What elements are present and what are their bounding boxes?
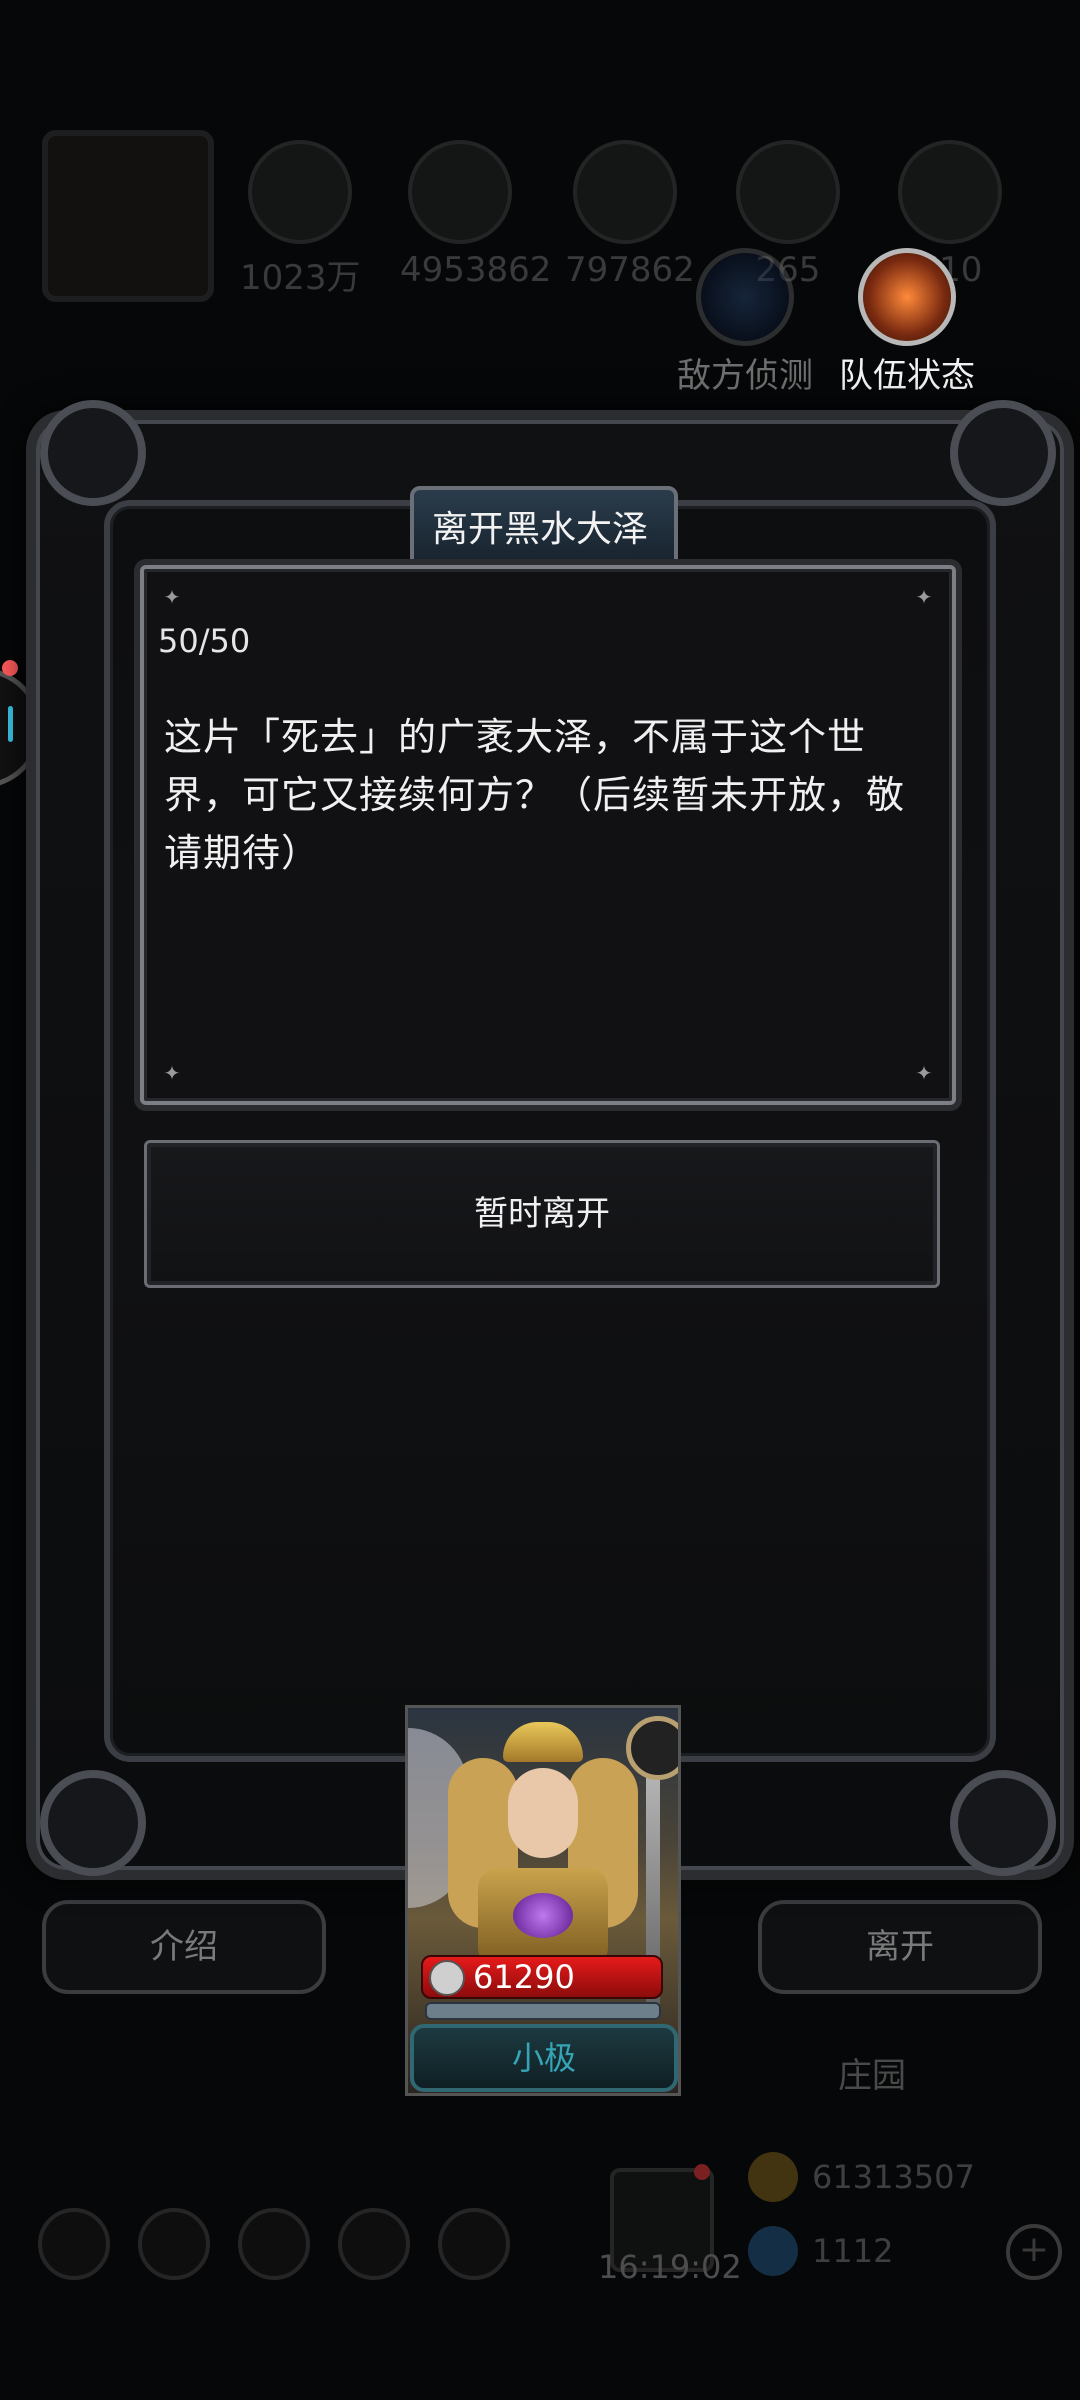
leave-temporarily-button[interactable]: 暂时离开 xyxy=(144,1140,940,1288)
menu-icon-4[interactable] xyxy=(338,2208,410,2280)
hero-face xyxy=(508,1768,578,1858)
menu-icon-2[interactable] xyxy=(138,2208,210,2280)
hero-power-bar: 61290 xyxy=(421,1955,663,1999)
water-icon xyxy=(736,140,840,244)
coin-icon xyxy=(748,2152,798,2202)
frame-ornament-top-right xyxy=(950,400,1056,506)
iron-icon xyxy=(898,140,1002,244)
meat-icon xyxy=(248,140,352,244)
enemy-scan-button[interactable]: 敌方侦测 xyxy=(670,248,820,397)
resource-meat-value: 1023万 xyxy=(240,258,361,298)
side-widget-indicator xyxy=(8,706,13,742)
resource-meat: 1023万 xyxy=(240,140,361,299)
resource-wood: 4953862 xyxy=(400,140,552,290)
hero-energy-bar xyxy=(425,2002,661,2020)
frame-ornament-top-left xyxy=(40,400,146,506)
stone-icon xyxy=(573,140,677,244)
gem-icon xyxy=(748,2226,798,2276)
modal-title: 离开黑水大泽 xyxy=(431,509,648,550)
corner-sparkle-icon: ✦ xyxy=(915,1061,933,1085)
team-status-icon xyxy=(858,248,956,346)
resource-wood-value: 4953862 xyxy=(400,250,552,290)
hero-gem xyxy=(513,1893,573,1938)
hero-name-plate[interactable]: 小极 xyxy=(410,2024,678,2092)
event-counter: 50/50 xyxy=(158,622,251,660)
intro-button[interactable]: 介绍 xyxy=(42,1900,326,1994)
team-status-label: 队伍状态 xyxy=(839,356,975,396)
team-status-button[interactable]: 队伍状态 xyxy=(832,248,982,397)
manor-label: 庄园 xyxy=(838,2056,906,2096)
event-story-text: 这片「死去」的广袤大泽，不属于这个世界，可它又接续何方？（后续暂未开放，敬请期待… xyxy=(164,715,906,875)
clock-time: 16:19:02 xyxy=(598,2248,742,2286)
menu-icon-3[interactable] xyxy=(238,2208,310,2280)
plus-icon[interactable]: + xyxy=(1006,2224,1062,2280)
corner-sparkle-icon: ✦ xyxy=(915,585,933,609)
resource-stone: 797862 xyxy=(565,140,695,290)
resource-stone-value: 797862 xyxy=(565,250,695,290)
hero-staff-head xyxy=(626,1716,678,1780)
coin-value: 61313507 xyxy=(812,2158,975,2196)
gem-value: 1112 xyxy=(812,2232,894,2270)
sword-icon xyxy=(429,1960,465,1996)
notification-dot xyxy=(2,660,18,676)
frame-ornament-bottom-right xyxy=(950,1770,1056,1876)
wood-icon xyxy=(408,140,512,244)
corner-sparkle-icon: ✦ xyxy=(163,1061,181,1085)
gift-notification-dot xyxy=(694,2164,710,2180)
hero-power-value: 61290 xyxy=(473,1958,575,1996)
menu-icon-1[interactable] xyxy=(38,2208,110,2280)
frame-ornament-bottom-left xyxy=(40,1770,146,1876)
leave-button[interactable]: 离开 xyxy=(758,1900,1042,1994)
menu-icon-5[interactable] xyxy=(438,2208,510,2280)
hero-crown xyxy=(503,1722,583,1762)
enemy-scan-label: 敌方侦测 xyxy=(677,356,813,396)
radar-icon xyxy=(696,248,794,346)
player-portrait[interactable] xyxy=(42,130,214,302)
corner-sparkle-icon: ✦ xyxy=(163,585,181,609)
